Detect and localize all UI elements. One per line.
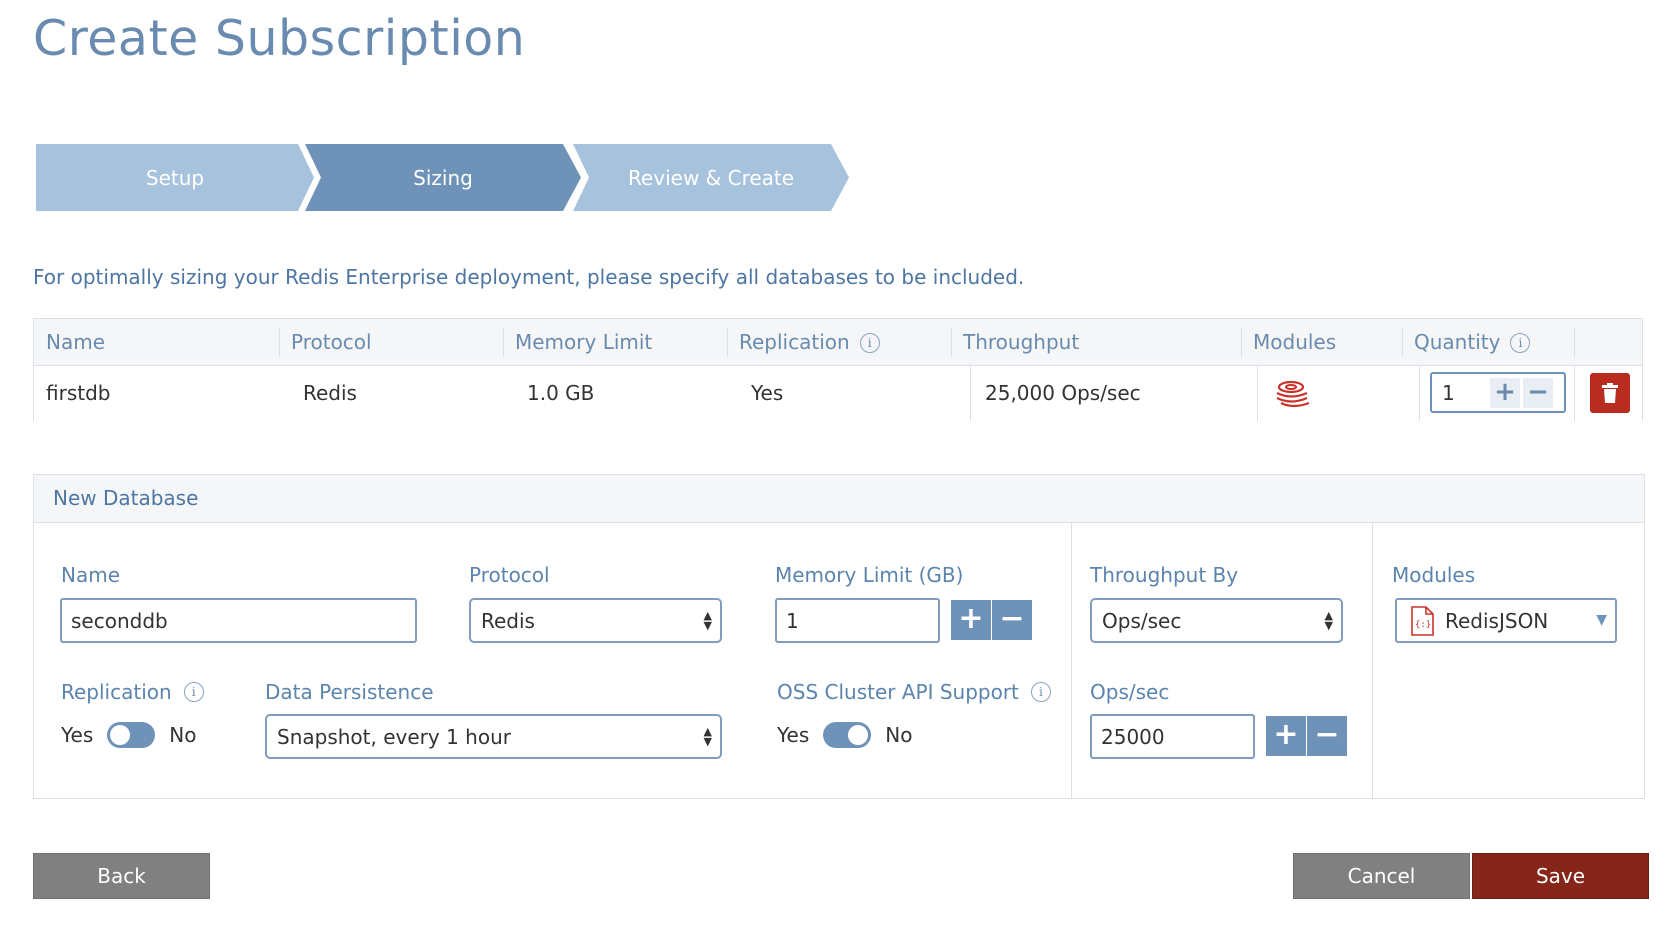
redis-stack-icon — [1276, 380, 1310, 408]
cell-divider — [1574, 366, 1575, 421]
oss-cluster-toggle-row: Yes No — [777, 722, 913, 748]
protocol-select-value: Redis — [481, 608, 535, 633]
info-icon[interactable]: i — [859, 332, 880, 353]
cell-memory-limit: 1.0 GB — [527, 381, 595, 405]
cell-divider — [1419, 366, 1420, 421]
ops-sec-input[interactable]: 25000 — [1090, 714, 1255, 759]
data-persistence-label: Data Persistence — [265, 680, 434, 704]
info-icon[interactable]: i — [1030, 682, 1051, 702]
table-row: firstdb Redis 1.0 GB Yes 25,000 Ops/sec … — [34, 366, 1642, 421]
protocol-label: Protocol — [469, 563, 550, 587]
redisjson-icon: {:} — [1411, 605, 1434, 636]
oss-yes-label: Yes — [777, 723, 810, 747]
header-replication: Replication i — [727, 319, 880, 366]
throughput-by-value: Ops/sec — [1102, 608, 1182, 633]
replication-label: Replication — [61, 680, 172, 704]
cell-name: firstdb — [46, 381, 111, 405]
cell-replication: Yes — [751, 381, 784, 405]
oss-cluster-field-label: OSS Cluster API Support i — [777, 680, 1051, 704]
oss-cluster-toggle[interactable] — [823, 722, 872, 748]
step-sizing[interactable]: Sizing — [305, 144, 581, 211]
step-setup[interactable]: Setup — [36, 144, 314, 211]
step-sizing-label: Sizing — [413, 165, 473, 190]
intro-text: For optimally sizing your Redis Enterpri… — [33, 265, 1025, 289]
replication-no-label: No — [169, 723, 197, 747]
header-modules: Modules — [1241, 319, 1336, 366]
replication-field-label: Replication i — [61, 680, 204, 704]
ops-increment-button[interactable]: + — [1266, 716, 1306, 756]
replication-toggle-row: Yes No — [61, 722, 197, 748]
replication-yes-label: Yes — [61, 723, 94, 747]
header-memory-limit: Memory Limit — [503, 319, 652, 366]
name-label: Name — [61, 563, 121, 587]
step-review-create[interactable]: Review & Create — [573, 144, 849, 211]
svg-text:{:}: {:} — [1415, 620, 1431, 630]
table-header: Name Protocol Memory Limit Replication i… — [34, 319, 1642, 366]
modules-select[interactable]: {:} RedisJSON ▼ — [1395, 598, 1617, 643]
header-replication-label: Replication — [739, 330, 850, 354]
save-button[interactable]: Save — [1472, 853, 1649, 899]
new-database-header: New Database — [34, 475, 1644, 523]
delete-database-button[interactable] — [1590, 373, 1630, 413]
oss-no-label: No — [885, 723, 913, 747]
throughput-by-select[interactable]: Ops/sec ▲ ▼ — [1090, 598, 1343, 643]
quantity-decrement-button[interactable]: − — [1523, 377, 1553, 408]
oss-cluster-label: OSS Cluster API Support — [777, 680, 1019, 704]
databases-table: Name Protocol Memory Limit Replication i… — [33, 318, 1643, 421]
select-arrows-icon: ▲ ▼ — [1324, 608, 1333, 632]
info-icon[interactable]: i — [183, 682, 204, 702]
toggle-knob — [848, 725, 869, 745]
header-quantity-label: Quantity — [1414, 330, 1501, 354]
header-throughput-label: Throughput — [963, 330, 1080, 354]
ops-sec-label: Ops/sec — [1090, 680, 1170, 704]
modules-select-value: RedisJSON — [1445, 608, 1549, 633]
header-name-label: Name — [46, 330, 106, 354]
database-name-input[interactable]: seconddb — [60, 598, 417, 643]
select-arrows-icon: ▲ ▼ — [703, 608, 712, 632]
memory-decrement-button[interactable]: − — [992, 600, 1032, 640]
panel-divider — [1372, 523, 1373, 799]
header-name: Name — [34, 319, 105, 366]
memory-limit-label: Memory Limit (GB) — [775, 563, 964, 587]
wizard-stepper: Setup Sizing Review & Create — [36, 144, 856, 211]
modules-label: Modules — [1392, 563, 1476, 587]
memory-limit-input[interactable]: 1 — [775, 598, 940, 643]
cell-throughput: 25,000 Ops/sec — [985, 381, 1141, 405]
header-protocol-label: Protocol — [291, 330, 372, 354]
page-title: Create Subscription — [33, 10, 526, 67]
trash-icon — [1602, 383, 1618, 403]
ops-decrement-button[interactable]: − — [1307, 716, 1347, 756]
select-arrows-icon: ▲ ▼ — [703, 724, 712, 748]
header-memory-limit-label: Memory Limit — [515, 330, 653, 354]
dropdown-arrow-icon: ▼ — [1596, 612, 1607, 628]
replication-toggle[interactable] — [107, 722, 156, 748]
data-persistence-select[interactable]: Snapshot, every 1 hour ▲ ▼ — [265, 714, 722, 759]
new-database-title: New Database — [53, 486, 199, 510]
quantity-increment-button[interactable]: + — [1490, 377, 1520, 408]
quantity-value[interactable]: 1 — [1432, 381, 1490, 405]
data-persistence-value: Snapshot, every 1 hour — [277, 724, 511, 749]
header-modules-label: Modules — [1253, 330, 1337, 354]
cancel-button[interactable]: Cancel — [1293, 853, 1470, 899]
back-button[interactable]: Back — [33, 853, 210, 899]
memory-increment-button[interactable]: + — [951, 600, 991, 640]
step-setup-label: Setup — [145, 165, 205, 190]
cell-protocol: Redis — [303, 381, 357, 405]
quantity-stepper[interactable]: 1 + − — [1430, 372, 1566, 413]
throughput-by-label: Throughput By — [1090, 563, 1239, 587]
header-throughput: Throughput — [951, 319, 1079, 366]
header-quantity: Quantity i — [1402, 319, 1531, 366]
header-protocol: Protocol — [279, 319, 372, 366]
cell-divider — [970, 366, 971, 421]
cell-divider — [1257, 366, 1258, 421]
protocol-select[interactable]: Redis ▲ ▼ — [469, 598, 722, 643]
step-review-create-label: Review & Create — [627, 165, 795, 190]
toggle-knob — [110, 725, 131, 745]
header-divider — [1574, 328, 1575, 357]
panel-divider — [1071, 523, 1072, 799]
info-icon[interactable]: i — [1510, 332, 1531, 353]
